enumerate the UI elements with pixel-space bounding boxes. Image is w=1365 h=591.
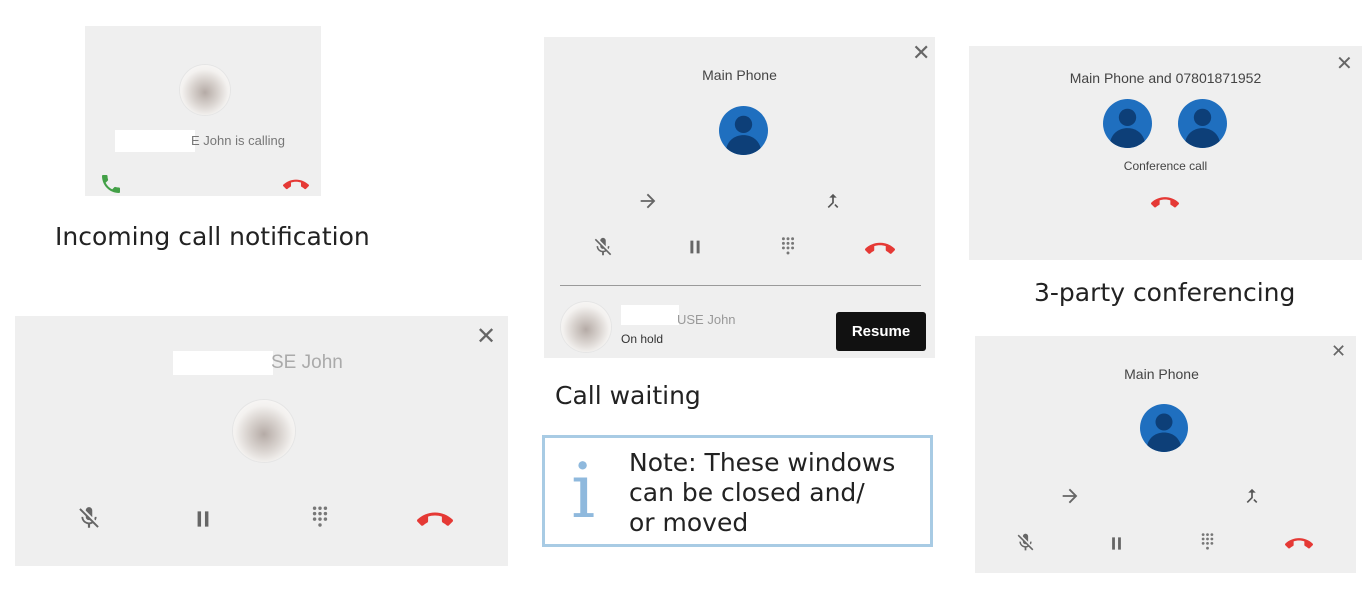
caption-incoming: Incoming call notification <box>55 222 370 251</box>
conference-window: ✕ Main Phone and 07801871952 Conference … <box>969 46 1362 260</box>
hang-up-icon[interactable] <box>1285 530 1313 558</box>
caller-avatar <box>233 400 295 462</box>
close-icon[interactable]: ✕ <box>1331 343 1346 361</box>
dialpad-icon[interactable] <box>307 504 333 532</box>
merge-call-icon[interactable] <box>1242 485 1262 507</box>
main-phone-window: ✕ Main Phone <box>975 336 1356 573</box>
contact-avatar <box>1140 404 1188 452</box>
conference-status: Conference call <box>1123 159 1208 173</box>
merge-call-icon[interactable] <box>823 190 843 212</box>
answer-icon[interactable] <box>99 172 123 196</box>
incoming-call-window: E John is calling <box>85 26 321 196</box>
call-title: Main Phone <box>702 67 777 83</box>
contact-avatar <box>719 106 768 155</box>
dialpad-icon[interactable] <box>1197 531 1218 554</box>
dialpad-icon[interactable] <box>777 235 799 259</box>
hold-icon[interactable] <box>684 236 706 258</box>
hang-up-icon[interactable] <box>1151 189 1179 217</box>
hold-icon[interactable] <box>1106 533 1127 554</box>
hang-up-icon[interactable] <box>283 172 309 198</box>
info-icon: i <box>571 446 596 535</box>
caller-avatar <box>180 65 230 115</box>
caption-call-waiting: Call waiting <box>555 381 701 410</box>
held-caller-avatar <box>561 302 611 352</box>
held-status: On hold <box>621 332 664 346</box>
mute-icon[interactable] <box>76 505 102 531</box>
participant-avatar-2 <box>1178 99 1227 148</box>
close-icon[interactable]: ✕ <box>912 43 930 65</box>
hang-up-icon[interactable] <box>417 502 453 538</box>
redacted-name <box>115 130 195 152</box>
hang-up-icon[interactable] <box>865 234 895 264</box>
person-icon <box>1178 99 1227 148</box>
person-icon <box>1103 99 1152 148</box>
mute-icon[interactable] <box>1015 532 1036 553</box>
participant-avatar-1 <box>1103 99 1152 148</box>
note-box: i Note: These windows can be closed and/… <box>542 435 933 547</box>
held-caller-name: USE John <box>677 312 736 327</box>
close-icon[interactable]: ✕ <box>476 324 496 348</box>
caller-name: SE John <box>271 352 343 373</box>
incoming-caller-text: E John is calling <box>191 133 285 148</box>
conference-title: Main Phone and 07801871952 <box>1069 70 1262 86</box>
call-title: Main Phone <box>1124 366 1199 382</box>
divider <box>560 285 921 286</box>
active-call-window: ✕ SE John <box>15 316 508 566</box>
caption-conference: 3-party conferencing <box>1034 278 1296 307</box>
mute-icon[interactable] <box>592 236 614 258</box>
redacted-name <box>621 305 679 325</box>
resume-button[interactable]: Resume <box>836 312 926 351</box>
call-waiting-window: ✕ Main Phone USE John On hold Resume <box>544 37 935 358</box>
redacted-name <box>173 351 273 375</box>
transfer-icon[interactable] <box>1059 485 1081 507</box>
person-icon <box>719 106 768 155</box>
person-icon <box>1140 404 1188 452</box>
transfer-icon[interactable] <box>637 190 659 212</box>
note-text: Note: These windows can be closed and/ o… <box>629 448 896 537</box>
hold-icon[interactable] <box>190 506 216 532</box>
